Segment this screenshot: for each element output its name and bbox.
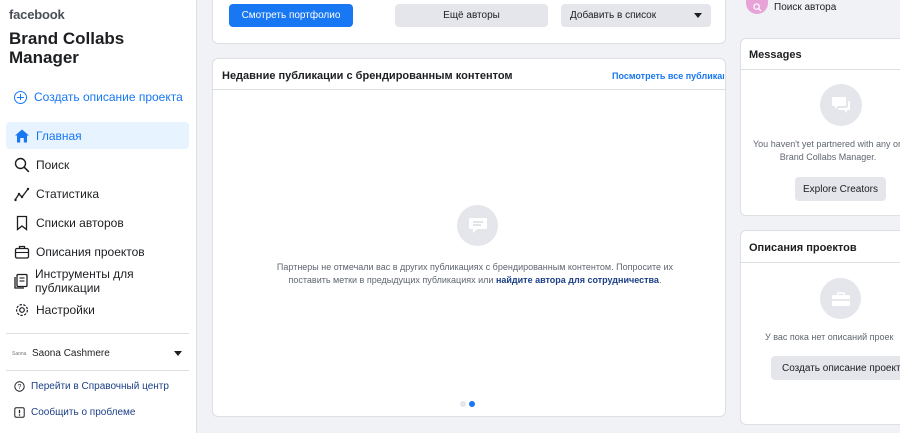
sidebar-item-label: Поиск [36,157,70,172]
account-name: Saona Cashmere [32,348,110,359]
carousel-dot-active[interactable] [469,401,475,407]
search-icon [13,156,30,173]
sidebar-item-project-briefs[interactable]: Описания проектов [6,238,189,265]
carousel-pagination [460,401,478,407]
recent-branded-posts-card: Недавние публикации с брендированным кон… [212,58,726,417]
search-author-row[interactable]: Поиск автора [746,0,836,14]
account-logo: Saona [12,350,27,357]
sidebar-item-settings[interactable]: Настройки [6,296,189,323]
messages-card: Messages You haven't yet partnered with … [740,38,900,216]
svg-text:?: ? [18,384,22,391]
question-circle-icon: ? [14,381,25,392]
sidebar-item-label: Главная [36,128,82,143]
card-divider [741,69,900,70]
search-author-label: Поиск автора [774,1,837,13]
sidebar-item-label: Инструменты для публикации [35,266,134,295]
project-briefs-title: Описания проектов [749,242,857,254]
card-divider [741,262,900,263]
home-icon [13,127,30,144]
app-title: Brand Collabs Manager [9,29,125,67]
help-center-label: Перейти в Справочный центр [31,381,169,392]
facebook-logo[interactable]: facebook [9,7,65,22]
report-problem-link[interactable]: Сообщить о проблеме [14,407,135,418]
messages-placeholder-icon [820,84,862,126]
see-all-posts-link[interactable]: Посмотреть все публикации [612,71,724,81]
empty-suffix: . [658,275,662,285]
chevron-down-icon [174,351,182,356]
carousel-dot[interactable] [460,401,466,407]
recent-posts-title: Недавние публикации с брендированным кон… [222,70,513,82]
sidebar-item-label: Настройки [36,302,95,317]
sidebar-item-search[interactable]: Поиск [6,151,189,178]
plus-circle-icon [14,90,27,104]
create-project-label: Создать описание проекта [34,90,183,104]
sidebar-divider [6,370,189,371]
sidebar-item-publishing-tools[interactable]: Инструменты для публикации [6,266,189,295]
sidebar-item-label: Списки авторов [36,215,124,230]
messages-empty-text: You haven't yet partnered with any on Br… [753,139,900,162]
sidebar-item-author-lists[interactable]: Списки авторов [6,209,189,236]
card-divider [213,89,725,90]
explore-creators-button[interactable]: Explore Creators [795,177,886,201]
sidebar-divider [6,333,189,334]
alert-icon [14,407,25,418]
sidebar-item-home[interactable]: Главная [6,122,189,149]
report-problem-label: Сообщить о проблеме [31,407,136,418]
sidebar-item-stats[interactable]: Статистика [6,180,189,207]
search-author-icon [746,0,768,14]
chevron-down-icon [694,13,702,18]
profile-actions-card: Смотреть портфолио Ещё авторы Добавить в… [212,0,726,44]
sidebar-item-label: Описания проектов [36,244,145,259]
briefcase-placeholder-icon [820,278,861,319]
recent-posts-empty-text: Партнеры не отмечали вас в других публик… [257,261,693,287]
messages-title: Messages [749,49,802,61]
help-center-link[interactable]: ? Перейти в Справочный центр [14,381,169,392]
view-portfolio-button[interactable]: Смотреть портфолио [229,4,353,27]
add-to-list-label: Добавить в список [570,10,657,21]
stats-icon [13,185,30,202]
briefcase-icon [13,243,30,260]
sidebar: facebook Brand Collabs Manager Создать о… [0,0,197,433]
project-briefs-empty-text: У вас пока нет описаний проек [765,332,894,342]
sidebar-item-label: Статистика [36,186,100,201]
add-to-list-select[interactable]: Добавить в список [561,4,711,27]
more-authors-button[interactable]: Ещё авторы [395,4,548,27]
create-project-link[interactable]: Создать описание проекта [14,90,183,104]
post-placeholder-icon [457,205,498,246]
project-briefs-card: Описания проектов У вас пока нет описани… [740,230,900,425]
bookmark-icon [13,214,30,231]
create-project-brief-button[interactable]: Создать описание проекта [771,356,900,380]
find-author-link[interactable]: найдите автора для сотрудничества [496,275,659,285]
gear-icon [13,301,30,318]
publishing-tools-icon [13,272,29,289]
sidebar-nav: Главная Поиск Статистика Списки авторов … [6,122,189,325]
account-switcher[interactable]: Saona Saona Cashmere [12,348,182,359]
